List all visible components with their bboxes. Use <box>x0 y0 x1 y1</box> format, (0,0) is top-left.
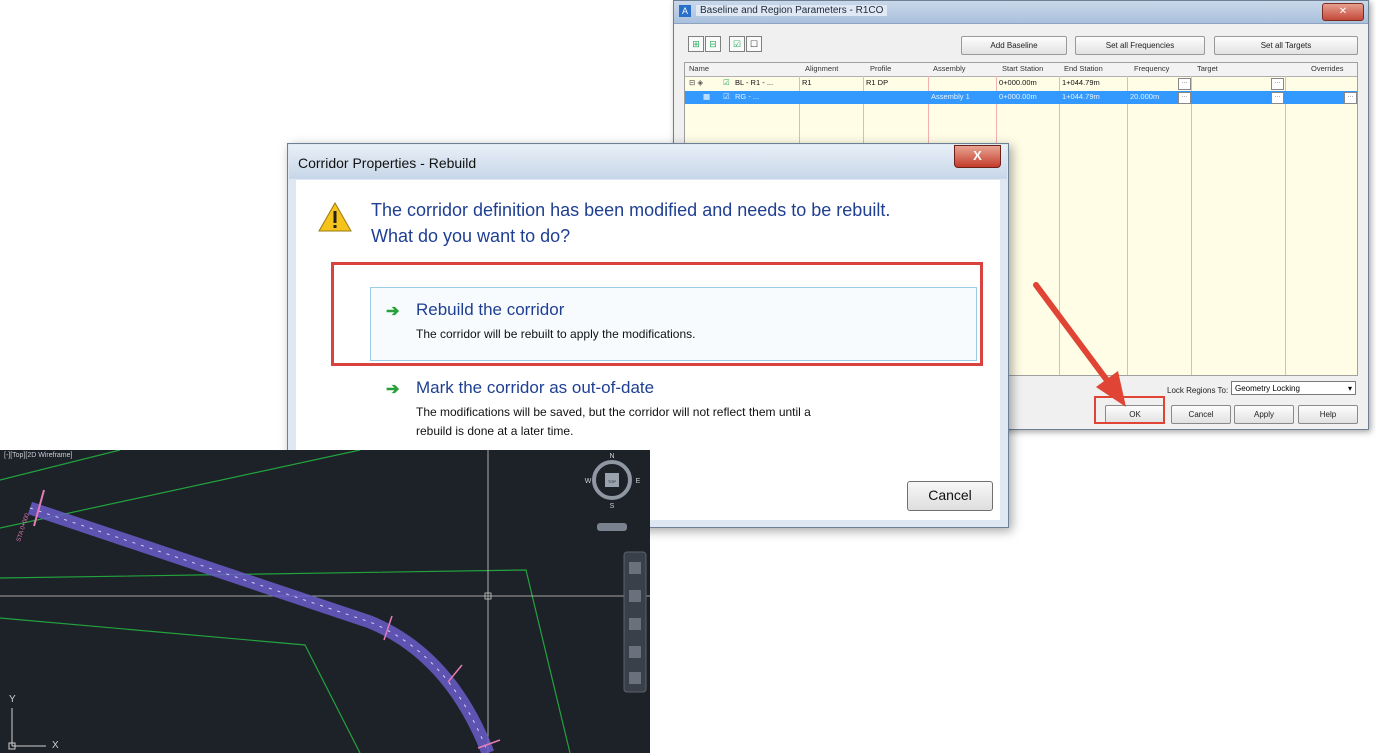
collapse-all-icon[interactable]: ⊟ <box>705 36 721 52</box>
col-target[interactable]: Target <box>1197 64 1218 73</box>
col-overrides[interactable]: Overrides <box>1311 64 1344 73</box>
compass-w: W <box>585 478 592 485</box>
rebuild-dialog-titlebar: Corridor Properties - Rebuild X <box>289 145 1007 179</box>
row-name: RG - ... <box>735 92 760 101</box>
row-assembly: Assembly 1 <box>931 92 970 101</box>
ellipsis-icon[interactable]: ··· <box>1271 92 1284 104</box>
checkbox-icon[interactable]: ☑ <box>723 78 730 87</box>
cad-viewport[interactable]: [-][Top][2D Wireframe] STA 0+000 N S E W… <box>0 450 650 753</box>
baseline-window-titlebar: A Baseline and Region Parameters - R1CO … <box>674 1 1368 24</box>
warning-icon <box>318 202 352 232</box>
compass-n: N <box>609 453 614 460</box>
rebuild-highlight-box <box>331 262 983 366</box>
ellipsis-icon[interactable]: ··· <box>1271 78 1284 90</box>
drawing-canvas: STA 0+000 N S E W TOP Y X <box>0 450 650 753</box>
rebuild-message: The corridor definition has been modifie… <box>371 197 890 249</box>
divider <box>1285 76 1286 375</box>
row-end: 1+044.79m <box>1062 92 1100 101</box>
row-alignment: R1 <box>802 78 812 87</box>
expand-icon[interactable]: ⊟ ◈ <box>689 78 703 87</box>
table-row[interactable]: ⊟ ◈ ☑ BL - R1 - ... R1 R1 DP 0+000.00m 1… <box>685 77 1357 90</box>
apply-button[interactable]: Apply <box>1234 405 1294 424</box>
cancel-button[interactable]: Cancel <box>907 481 993 511</box>
row-end: 1+044.79m <box>1062 78 1100 87</box>
green-arrow-icon: ➔ <box>386 381 400 398</box>
row-name: BL - R1 - ... <box>735 78 774 87</box>
table-row-selected[interactable]: ▦ ☑ RG - ... Assembly 1 0+000.00m 1+044.… <box>685 91 1357 104</box>
row-start: 0+000.00m <box>999 78 1037 87</box>
col-end-station[interactable]: End Station <box>1064 64 1103 73</box>
chevron-down-icon: ▾ <box>1347 384 1352 393</box>
help-button[interactable]: Help <box>1298 405 1358 424</box>
desc-line-1: The modifications will be saved, but the… <box>416 405 811 419</box>
app-icon: A <box>679 5 691 17</box>
cancel-button[interactable]: Cancel <box>1171 405 1231 424</box>
ucs-y: Y <box>9 694 16 705</box>
divider <box>1191 76 1192 375</box>
row-start: 0+000.00m <box>999 92 1037 101</box>
col-profile[interactable]: Profile <box>870 64 891 73</box>
ucs-x: X <box>52 740 59 751</box>
out-of-date-option-desc: The modifications will be saved, but the… <box>416 403 811 441</box>
message-line-2: What do you want to do? <box>371 226 571 246</box>
expand-all-icon[interactable]: ⊞ <box>688 36 704 52</box>
check-all-icon[interactable]: ☑ <box>729 36 745 52</box>
red-arrow <box>1033 282 1126 407</box>
region-icon: ▦ <box>703 92 711 101</box>
uncheck-all-icon[interactable]: ☐ <box>746 36 762 52</box>
compass-s: S <box>610 503 615 510</box>
col-name[interactable]: Name <box>689 64 709 73</box>
rebuild-dialog-title: Corridor Properties - Rebuild <box>298 155 477 171</box>
checkbox-icon[interactable]: ☑ <box>723 92 730 101</box>
close-icon[interactable]: X <box>954 145 1001 168</box>
compass-center: TOP <box>608 479 616 484</box>
station-label: STA 0+000 <box>16 512 31 542</box>
lock-regions-label: Lock Regions To: <box>1167 386 1229 395</box>
set-all-frequencies-button[interactable]: Set all Frequencies <box>1075 36 1205 55</box>
row-profile: R1 DP <box>866 78 889 87</box>
col-frequency[interactable]: Frequency <box>1134 64 1169 73</box>
col-alignment[interactable]: Alignment <box>805 64 838 73</box>
row-frequency: 20.000m <box>1130 92 1160 101</box>
add-baseline-button[interactable]: Add Baseline <box>961 36 1067 55</box>
close-icon[interactable]: ✕ <box>1322 3 1364 21</box>
ellipsis-icon[interactable]: ··· <box>1344 92 1357 104</box>
set-all-targets-button[interactable]: Set all Targets <box>1214 36 1358 55</box>
message-line-1: The corridor definition has been modifie… <box>371 200 891 220</box>
baseline-window-title: Baseline and Region Parameters - R1CO <box>696 5 888 16</box>
grid-header: Name Alignment Profile Assembly Start St… <box>685 63 1357 77</box>
lock-regions-dropdown[interactable]: Geometry Locking ▾ <box>1231 381 1356 395</box>
col-assembly[interactable]: Assembly <box>933 64 966 73</box>
ellipsis-icon[interactable]: ··· <box>1178 78 1191 90</box>
ellipsis-icon[interactable]: ··· <box>1178 92 1191 104</box>
out-of-date-option-title: Mark the corridor as out-of-date <box>416 378 655 397</box>
compass-e: E <box>636 478 641 485</box>
lock-regions-value: Geometry Locking <box>1235 384 1300 393</box>
col-start-station[interactable]: Start Station <box>1002 64 1043 73</box>
desc-line-2: rebuild is done at a later time. <box>416 424 574 438</box>
